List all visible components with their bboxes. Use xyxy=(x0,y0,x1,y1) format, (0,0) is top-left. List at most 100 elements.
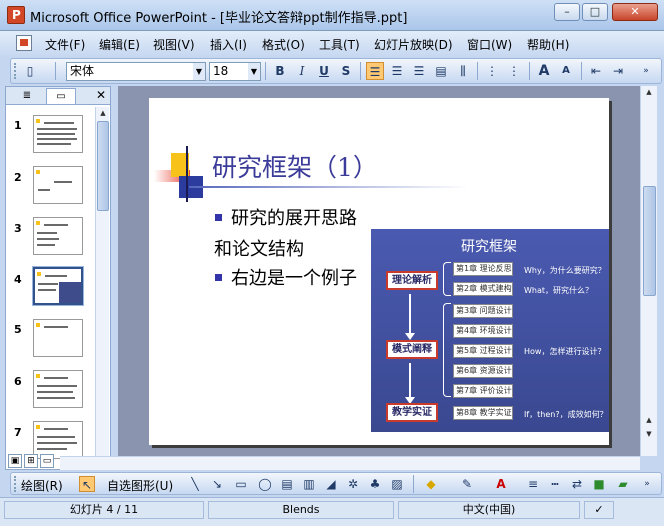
document-icon[interactable] xyxy=(16,35,32,51)
clipart-icon[interactable]: ♣ xyxy=(367,476,383,492)
wordart-icon[interactable]: ◢ xyxy=(323,476,339,492)
slide-thumbnail-selected[interactable] xyxy=(32,266,84,306)
textbox-tool-icon[interactable]: ▤ xyxy=(279,476,295,492)
arrow-style-icon[interactable]: ⇄ xyxy=(569,476,585,492)
menu-format[interactable]: 格式(O) xyxy=(262,36,305,53)
previous-slide-icon[interactable]: ▲ xyxy=(643,414,655,426)
slide-thumbnail[interactable] xyxy=(33,370,83,408)
flow-line xyxy=(409,294,411,334)
font-color-icon[interactable]: A xyxy=(493,476,509,492)
bullet-square-icon xyxy=(215,214,222,221)
window-title: Microsoft Office PowerPoint - [毕业论文答辩ppt… xyxy=(30,11,408,26)
chapter-box: 第4章 环境设计 xyxy=(453,324,513,338)
slide-sorter-icon[interactable]: ⊞ xyxy=(24,454,38,468)
toolbar-options-icon[interactable]: » xyxy=(637,62,655,80)
bullet-item[interactable]: 研究的展开思路 xyxy=(215,204,357,230)
brace xyxy=(443,303,451,397)
toolbar-options-icon[interactable]: » xyxy=(639,476,655,492)
slide-scrollbar[interactable]: ▲ ▲ ▼ xyxy=(640,86,657,456)
autoshapes-menu[interactable]: 自选图形(U) xyxy=(107,477,173,494)
bullet-continuation[interactable]: 和论文结构 xyxy=(214,235,304,261)
chevron-down-icon[interactable]: ▼ xyxy=(248,63,260,80)
rectangle-tool-icon[interactable]: ▭ xyxy=(233,476,249,492)
scroll-thumb[interactable] xyxy=(97,121,109,211)
minimize-button[interactable]: – xyxy=(554,3,580,21)
scroll-up-icon[interactable]: ▲ xyxy=(97,107,109,119)
line-color-icon[interactable]: ✎ xyxy=(459,476,475,492)
underline-button[interactable]: U xyxy=(315,62,333,80)
menu-insert[interactable]: 插入(I) xyxy=(210,36,247,53)
slide-thumbnail[interactable] xyxy=(33,319,83,357)
menu-slideshow[interactable]: 幻灯片放映(D) xyxy=(374,36,453,53)
diagram-icon[interactable]: ✲ xyxy=(345,476,361,492)
shadow-button[interactable]: S xyxy=(337,62,355,80)
slideshow-icon[interactable]: ▭ xyxy=(40,454,54,468)
menu-edit[interactable]: 编辑(E) xyxy=(99,36,140,53)
distribute-icon[interactable]: ▤ xyxy=(432,62,450,80)
chevron-down-icon[interactable]: ▼ xyxy=(193,63,205,80)
scroll-up-icon[interactable]: ▲ xyxy=(643,86,655,98)
bullet-item[interactable]: 右边是一个例子 xyxy=(215,264,357,290)
grow-font-button[interactable]: A xyxy=(535,62,553,80)
maximize-button[interactable]: □ xyxy=(582,3,608,21)
stage-box: 教学实证 xyxy=(386,403,438,422)
align-right-icon[interactable]: ☰ xyxy=(410,62,428,80)
menu-file[interactable]: 文件(F) xyxy=(45,36,85,53)
menu-tools[interactable]: 工具(T) xyxy=(319,36,360,53)
numbered-list-icon[interactable]: ⋮ xyxy=(483,62,501,80)
shadow-style-icon[interactable]: ■ xyxy=(591,476,607,492)
close-panel-icon[interactable]: ✕ xyxy=(96,88,106,102)
text-direction-icon[interactable]: ⫼ xyxy=(454,62,472,80)
normal-view-icon[interactable]: ▣ xyxy=(8,454,22,468)
slides-tab[interactable]: ▭ xyxy=(46,88,76,104)
3d-style-icon[interactable]: ▰ xyxy=(615,476,631,492)
slide-canvas[interactable]: 研究框架（1） 研究的展开思路 和论文结构 右边是一个例子 研究框架 理论解析 … xyxy=(149,98,609,445)
shrink-font-button[interactable]: A xyxy=(557,62,575,80)
design-template: Blends xyxy=(208,501,394,519)
align-left-icon[interactable]: ☰ xyxy=(366,62,384,80)
menu-help[interactable]: 帮助(H) xyxy=(527,36,569,53)
close-button[interactable]: ✕ xyxy=(612,3,658,21)
slide-thumbnail[interactable] xyxy=(33,115,83,153)
slides-scrollbar[interactable]: ▲ ▼ xyxy=(95,107,109,469)
spelling-status-icon[interactable]: ✓ xyxy=(584,501,614,519)
scroll-thumb[interactable] xyxy=(643,186,656,296)
slide-thumbnail[interactable] xyxy=(33,166,83,204)
arrow-tool-icon[interactable]: ↘ xyxy=(209,476,225,492)
insert-picture-icon[interactable]: ▨ xyxy=(389,476,405,492)
decrease-indent-icon[interactable]: ⇤ xyxy=(587,62,605,80)
stage-box: 模式阐释 xyxy=(386,340,438,359)
font-size-combo[interactable]: 18 ▼ xyxy=(209,62,261,81)
line-tool-icon[interactable]: ╲ xyxy=(187,476,203,492)
italic-button[interactable]: I xyxy=(293,62,311,80)
align-center-icon[interactable]: ☰ xyxy=(388,62,406,80)
toolbar-grip[interactable] xyxy=(14,476,17,492)
outline-tab[interactable]: ≣ xyxy=(12,88,42,104)
select-pointer-icon[interactable]: ↖ xyxy=(79,476,95,492)
font-size: 18 xyxy=(213,64,229,78)
bold-button[interactable]: B xyxy=(271,62,289,80)
fill-color-icon[interactable]: ◆ xyxy=(423,476,439,492)
decoration-line xyxy=(186,146,188,202)
bullet-list-icon[interactable]: ⋮ xyxy=(505,62,523,80)
line-style-icon[interactable]: ≡ xyxy=(525,476,541,492)
draw-menu[interactable]: 绘图(R) xyxy=(21,477,63,494)
vertical-textbox-icon[interactable]: ▥ xyxy=(301,476,317,492)
menu-window[interactable]: 窗口(W) xyxy=(467,36,512,53)
slide-title[interactable]: 研究框架（1） xyxy=(212,148,378,184)
next-slide-icon[interactable]: ▼ xyxy=(643,428,655,440)
thumb-number: 6 xyxy=(14,375,22,388)
new-document-icon[interactable]: ▯ xyxy=(21,62,39,80)
slide-counter: 幻灯片 4 / 11 xyxy=(4,501,204,519)
increase-indent-icon[interactable]: ⇥ xyxy=(609,62,627,80)
oval-tool-icon[interactable]: ◯ xyxy=(257,476,273,492)
horizontal-scrollbar[interactable] xyxy=(60,456,640,470)
dash-style-icon[interactable]: ┅ xyxy=(547,476,563,492)
research-framework-image[interactable]: 研究框架 理论解析 模式阐释 教学实证 第1章 理论反思 第2章 模式建构 第3… xyxy=(371,229,609,432)
menu-view[interactable]: 视图(V) xyxy=(153,36,195,53)
slide-thumbnail[interactable] xyxy=(33,217,83,255)
toolbar-grip[interactable] xyxy=(14,63,17,79)
font-combo[interactable]: 宋体 ▼ xyxy=(66,62,206,81)
powerpoint-app-icon[interactable] xyxy=(7,6,25,24)
thumb-number: 7 xyxy=(14,426,22,439)
